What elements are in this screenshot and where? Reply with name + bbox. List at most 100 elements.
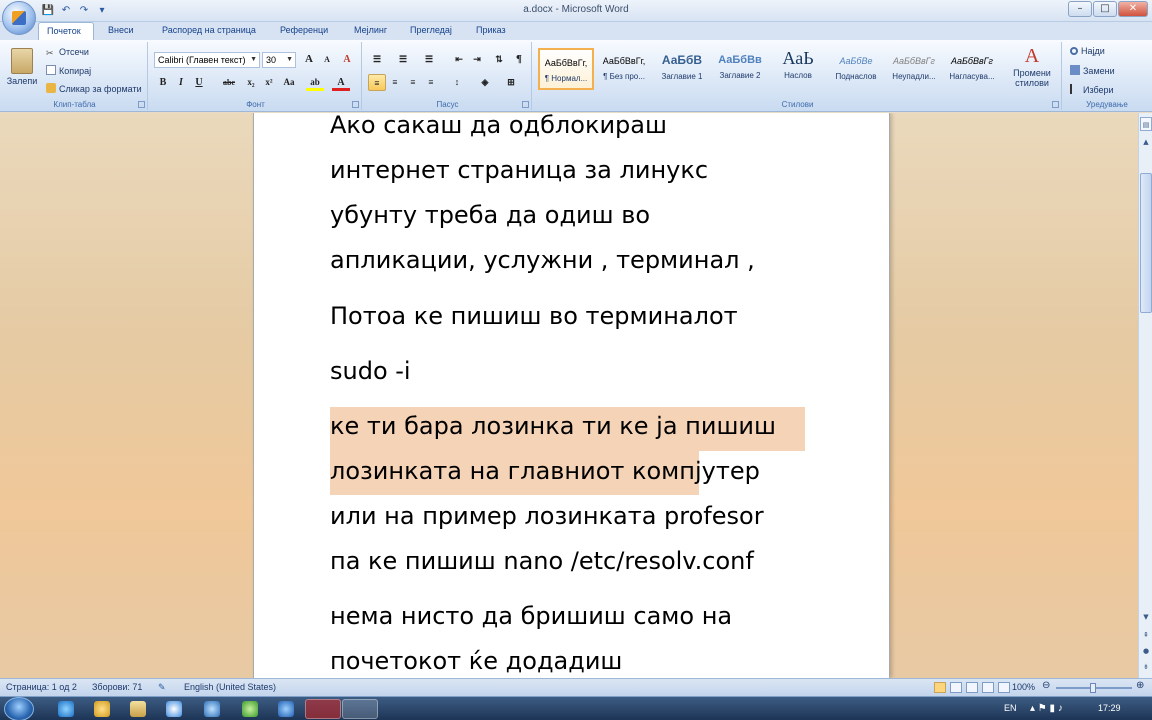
style-no-spacing[interactable]: АаБбВвГг, ¶ Без про... — [596, 48, 652, 90]
multilevel-list-icon[interactable]: ☰ — [420, 51, 438, 68]
draft-view-icon[interactable] — [998, 682, 1010, 693]
scissors-icon: ✂ — [46, 48, 54, 58]
clipboard-dialog-launcher-icon[interactable] — [138, 101, 145, 108]
select-label: Избери — [1083, 85, 1114, 95]
vertical-scrollbar[interactable]: ▤ ▲ ▼ ⇞ ● ⇟ — [1138, 113, 1152, 678]
align-center-icon[interactable]: ≡ — [386, 74, 404, 91]
change-styles-label: Промени стилови — [1013, 68, 1051, 88]
internet-explorer-icon[interactable] — [58, 701, 74, 717]
media-player-icon[interactable] — [166, 701, 182, 717]
justify-icon[interactable]: ≡ — [422, 74, 440, 91]
format-painter-button[interactable]: Сликар за формати — [46, 83, 142, 94]
tab-insert[interactable]: Внеси — [100, 22, 142, 40]
shading-icon[interactable]: ◈ — [476, 74, 494, 91]
tray-icons[interactable]: ▴ ⚑ ▮ ♪ — [1030, 703, 1063, 714]
style-emphasis[interactable]: АаБбВвГг Нагласува... — [944, 48, 1000, 90]
font-size-combo[interactable]: 30 ▼ — [262, 52, 296, 68]
web-layout-view-icon[interactable] — [966, 682, 978, 693]
tab-references[interactable]: Референци — [272, 22, 336, 40]
language-indicator[interactable]: English (United States) — [184, 682, 276, 692]
style-heading-1[interactable]: АаБбВ Заглавие 1 — [654, 48, 710, 90]
paragraph-dialog-launcher-icon[interactable] — [522, 101, 529, 108]
zoom-out-icon[interactable]: ⊖ — [1042, 680, 1050, 691]
replace-button[interactable]: Замени — [1070, 65, 1115, 76]
firefox-icon[interactable] — [278, 701, 294, 717]
folder-icon[interactable] — [130, 701, 146, 717]
zoom-level[interactable]: 100% — [1012, 682, 1035, 692]
maximize-button[interactable]: □ — [1093, 1, 1117, 17]
chrome-icon[interactable] — [94, 701, 110, 717]
grow-font-button[interactable]: A — [300, 51, 318, 68]
align-right-icon[interactable]: ≡ — [404, 74, 422, 91]
tab-home[interactable]: Почеток — [38, 22, 94, 40]
tab-review[interactable]: Прегледај — [402, 22, 460, 40]
style-preview: АаБбВвГг — [951, 56, 993, 66]
print-layout-view-icon[interactable] — [934, 682, 946, 693]
clock[interactable]: 17:29 — [1098, 703, 1121, 713]
font-color-button[interactable]: A — [332, 74, 350, 91]
style-subtle-emphasis[interactable]: АаБбВвГг Неупадли... — [886, 48, 942, 90]
style-heading-2[interactable]: АаБбВв Заглавие 2 — [712, 48, 768, 90]
proofing-icon[interactable]: ✎ — [158, 682, 166, 693]
minimize-button[interactable]: – — [1068, 1, 1092, 17]
outline-view-icon[interactable] — [982, 682, 994, 693]
change-styles-button[interactable]: A Промени стилови — [1006, 44, 1058, 88]
brush-icon — [46, 83, 56, 93]
show-formatting-button[interactable]: ¶ — [510, 51, 528, 68]
start-button[interactable] — [4, 697, 34, 720]
highlight-button[interactable]: ab — [306, 74, 324, 91]
scroll-up-icon[interactable]: ▲ — [1140, 135, 1152, 149]
select-button[interactable]: Избери — [1070, 84, 1114, 95]
input-language[interactable]: EN — [1004, 703, 1017, 713]
underline-button[interactable]: U — [190, 74, 208, 91]
page-count[interactable]: Страница: 1 од 2 — [6, 682, 77, 692]
font-dialog-launcher-icon[interactable] — [352, 101, 359, 108]
close-button[interactable]: ✕ — [1118, 1, 1148, 17]
zoom-in-icon[interactable]: ⊕ — [1136, 680, 1144, 691]
bold-button[interactable]: B — [154, 74, 172, 91]
numbering-icon[interactable]: ☰ — [394, 51, 412, 68]
tab-page-layout[interactable]: Распоред на страница — [154, 22, 264, 40]
align-left-icon[interactable]: ≡ — [368, 74, 386, 91]
cut-button[interactable]: ✂ Отсечи — [46, 47, 89, 58]
app-icon[interactable] — [242, 701, 258, 717]
office-button[interactable] — [2, 1, 36, 35]
full-screen-reading-view-icon[interactable] — [950, 682, 962, 693]
zoom-slider-thumb[interactable] — [1090, 683, 1096, 693]
browse-object-icon[interactable]: ● — [1140, 644, 1152, 658]
styles-dialog-launcher-icon[interactable] — [1052, 101, 1059, 108]
document-page[interactable]: Ако сакаш да одблокираш интернет страниц… — [253, 113, 890, 678]
copy-button[interactable]: Копирај — [46, 65, 91, 76]
strikethrough-button[interactable]: abe — [218, 74, 240, 91]
clear-format-button[interactable]: A — [338, 51, 356, 68]
browser-icon[interactable] — [204, 701, 220, 717]
sort-icon[interactable]: ⇅ — [490, 51, 508, 68]
previous-page-icon[interactable]: ⇞ — [1140, 628, 1152, 642]
find-button[interactable]: Најди — [1070, 46, 1105, 56]
shrink-font-button[interactable]: A — [318, 51, 336, 68]
taskbar-app-word[interactable] — [342, 699, 378, 719]
tab-mailings[interactable]: Мејлинг — [346, 22, 395, 40]
font-name-combo[interactable]: Calibri (Главен текст) ▼ — [154, 52, 260, 68]
line-spacing-icon[interactable]: ↕ — [448, 74, 466, 91]
italic-button[interactable]: I — [172, 74, 190, 91]
word-count[interactable]: Зборови: 71 — [92, 682, 142, 692]
change-case-button[interactable]: Aa — [280, 74, 298, 91]
scroll-down-icon[interactable]: ▼ — [1140, 610, 1152, 624]
paste-button[interactable]: Залепи — [6, 48, 38, 86]
style-normal[interactable]: АаБбВвГг, ¶ Нормал... — [538, 48, 594, 90]
subscript-button[interactable]: x₂ — [242, 74, 260, 91]
tab-view[interactable]: Приказ — [468, 22, 514, 40]
taskbar-app-recorder[interactable] — [305, 699, 341, 719]
decrease-indent-icon[interactable]: ⇤ — [450, 51, 468, 68]
bullets-icon[interactable]: ☰ — [368, 51, 386, 68]
borders-icon[interactable]: ⊞ — [502, 74, 520, 91]
increase-indent-icon[interactable]: ⇥ — [468, 51, 486, 68]
style-subtitle[interactable]: АаБбВе Поднаслов — [828, 48, 884, 90]
style-name: ¶ Нормал... — [544, 74, 588, 83]
next-page-icon[interactable]: ⇟ — [1140, 660, 1152, 674]
ruler-toggle-icon[interactable]: ▤ — [1140, 117, 1152, 131]
scroll-thumb[interactable] — [1140, 173, 1152, 313]
superscript-button[interactable]: x² — [260, 74, 278, 91]
style-title[interactable]: АаЬ Наслов — [770, 48, 826, 90]
